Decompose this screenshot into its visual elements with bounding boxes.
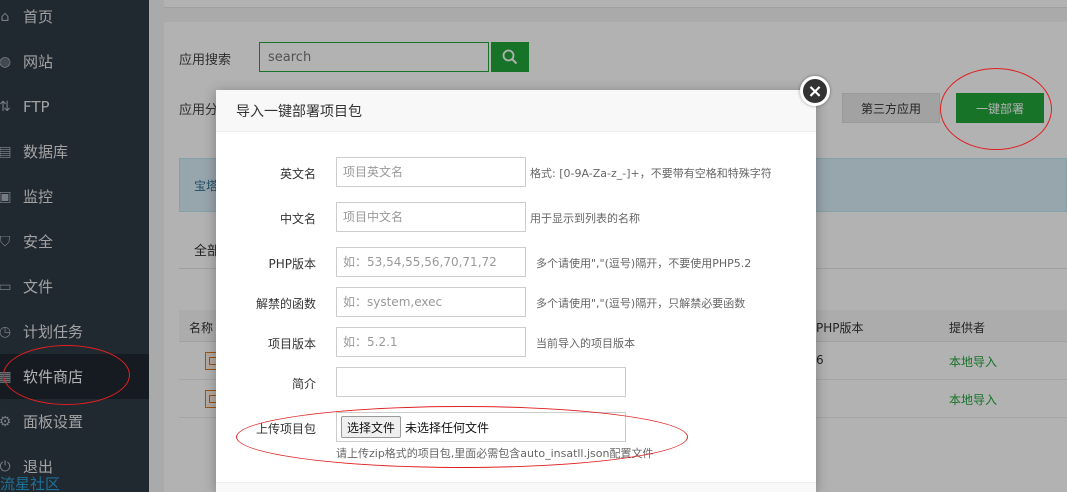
php-hint: 多个请使用","(逗号)隔开，不要使用PHP5.2 (536, 257, 752, 270)
version-hint: 当前导入的项目版本 (536, 337, 635, 350)
form-row-intro: 简介 (216, 367, 816, 397)
php-label: PHP版本 (268, 257, 317, 271)
en-name-input[interactable] (336, 157, 526, 187)
en-name-hint: 格式: [0-9A-Za-z_-]+，不要带有空格和特殊字符 (530, 167, 772, 180)
version-label: 项目版本 (267, 337, 316, 351)
functions-input[interactable] (336, 287, 526, 317)
form-row-en-name: 英文名 格式: [0-9A-Za-z_-]+，不要带有空格和特殊字符 (216, 157, 816, 187)
import-dialog: 导入一键部署项目包 英文名 格式: [0-9A-Za-z_-]+，不要带有空格和… (216, 90, 816, 492)
version-input[interactable] (336, 327, 526, 357)
file-input[interactable]: 选择文件 未选择任何文件 (336, 412, 626, 442)
form-row-upload: 上传项目包 选择文件 未选择任何文件 (216, 412, 816, 442)
choose-file-button[interactable]: 选择文件 (341, 416, 402, 438)
cn-name-label: 中文名 (279, 212, 316, 226)
en-name-label: 英文名 (279, 167, 316, 181)
close-icon: × (807, 80, 823, 102)
php-input[interactable] (336, 247, 526, 277)
functions-hint: 多个请使用","(逗号)隔开，只解禁必要函数 (536, 297, 746, 310)
functions-label: 解禁的函数 (255, 297, 316, 311)
dialog-title: 导入一键部署项目包 (236, 103, 362, 120)
intro-label: 简介 (291, 377, 316, 391)
cn-name-hint: 用于显示到列表的名称 (530, 212, 640, 225)
dialog-header: 导入一键部署项目包 (216, 90, 816, 132)
form-row-version: 项目版本 当前导入的项目版本 (216, 327, 816, 357)
upload-label: 上传项目包 (255, 422, 316, 436)
form-row-cn-name: 中文名 用于显示到列表的名称 (216, 202, 816, 232)
dialog-footer (216, 482, 816, 492)
cn-name-input[interactable] (336, 202, 526, 232)
form-row-functions: 解禁的函数 多个请使用","(逗号)隔开，只解禁必要函数 (216, 287, 816, 317)
close-button[interactable]: × (800, 76, 830, 106)
intro-input[interactable] (336, 367, 626, 397)
file-status: 未选择任何文件 (405, 420, 490, 435)
upload-hint: 请上传zip格式的项目包,里面必需包含auto_insatll.json配置文件 (336, 447, 654, 460)
form-row-php: PHP版本 多个请使用","(逗号)隔开，不要使用PHP5.2 (216, 247, 816, 277)
